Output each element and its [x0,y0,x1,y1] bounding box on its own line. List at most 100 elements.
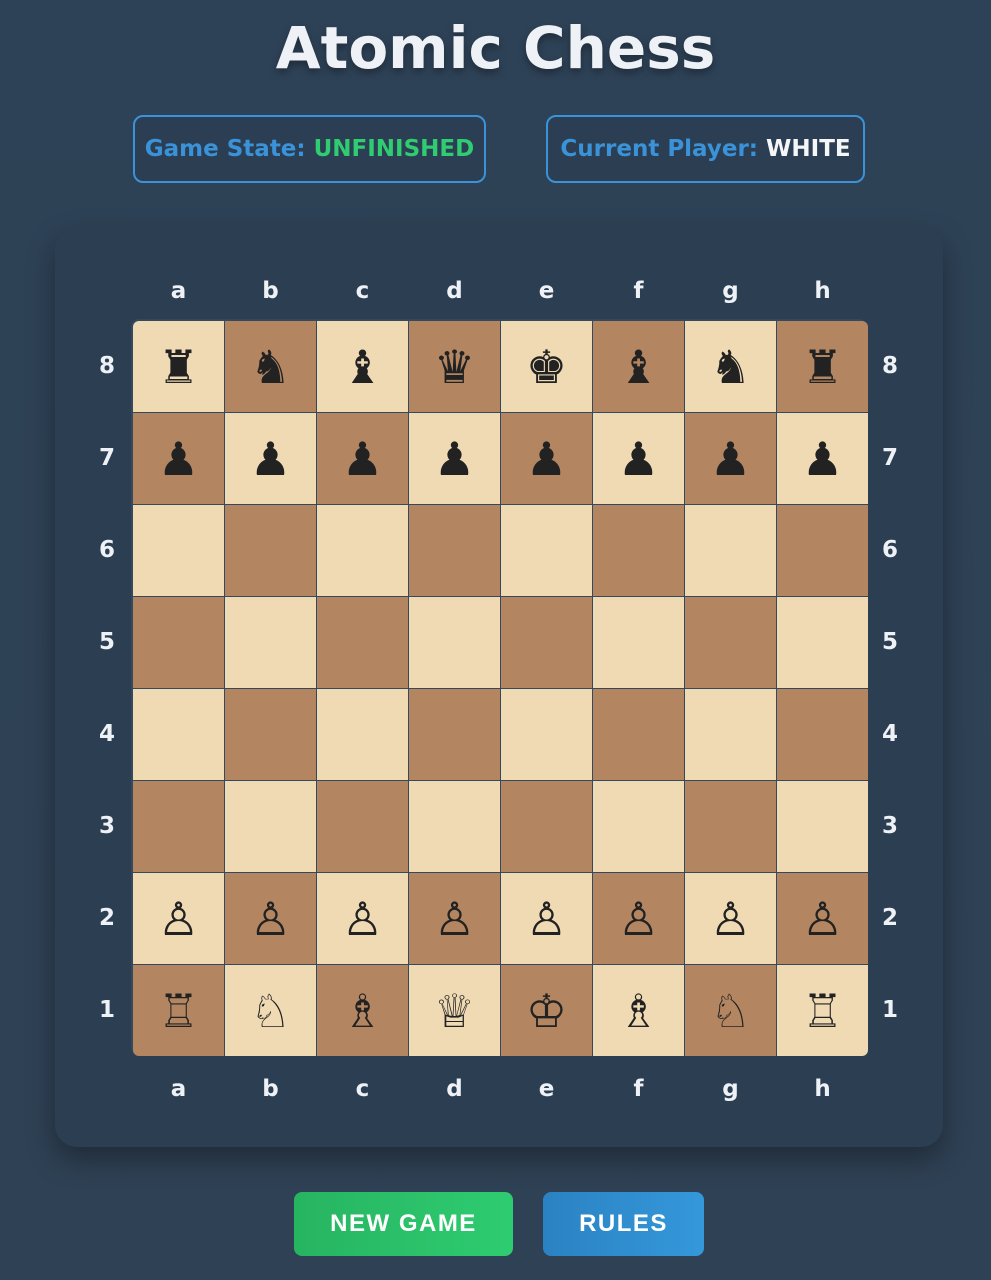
white-pawn-icon[interactable]: ♙ [158,896,199,942]
square-d8[interactable]: ♛ [409,321,500,412]
square-e1[interactable]: ♔ [501,965,592,1056]
square-h6[interactable] [777,505,868,596]
square-g6[interactable] [685,505,776,596]
square-e6[interactable] [501,505,592,596]
square-g5[interactable] [685,597,776,688]
black-pawn-icon[interactable]: ♟ [710,436,751,482]
rules-button[interactable]: RULES [543,1192,704,1256]
black-pawn-icon[interactable]: ♟ [342,436,383,482]
black-pawn-icon[interactable]: ♟ [526,436,567,482]
white-pawn-icon[interactable]: ♙ [434,896,475,942]
square-c7[interactable]: ♟ [317,413,408,504]
square-d1[interactable]: ♕ [409,965,500,1056]
white-pawn-icon[interactable]: ♙ [802,896,843,942]
square-f4[interactable] [593,689,684,780]
rank-label-left: 5 [98,629,115,655]
square-h4[interactable] [777,689,868,780]
square-h5[interactable] [777,597,868,688]
square-b3[interactable] [225,781,316,872]
square-d5[interactable] [409,597,500,688]
square-c5[interactable] [317,597,408,688]
square-a1[interactable]: ♖ [133,965,224,1056]
square-c6[interactable] [317,505,408,596]
square-f1[interactable]: ♗ [593,965,684,1056]
square-f3[interactable] [593,781,684,872]
square-b5[interactable] [225,597,316,688]
black-pawn-icon[interactable]: ♟ [434,436,475,482]
square-b8[interactable]: ♞ [225,321,316,412]
square-b1[interactable]: ♘ [225,965,316,1056]
white-pawn-icon[interactable]: ♙ [526,896,567,942]
white-knight-icon[interactable]: ♘ [710,988,751,1034]
square-a8[interactable]: ♜ [133,321,224,412]
square-h8[interactable]: ♜ [777,321,868,412]
square-b4[interactable] [225,689,316,780]
black-pawn-icon[interactable]: ♟ [158,436,199,482]
square-e3[interactable] [501,781,592,872]
square-a6[interactable] [133,505,224,596]
black-pawn-icon[interactable]: ♟ [250,436,291,482]
black-knight-icon[interactable]: ♞ [250,344,291,390]
square-g3[interactable] [685,781,776,872]
chess-board: ♜ ♞ ♝ ♛ ♚ ♝ ♞ ♜ ♟ ♟ ♟ ♟ ♟ ♟ ♟ ♟ ♙ ♙ ♙ ♙ ♙ ♙ ♙ ♙ ♖ ♘ ♗ ♕ ♔ ♗ ♘ ♖ [131,319,868,1056]
white-queen-icon[interactable]: ♕ [434,988,475,1034]
square-d4[interactable] [409,689,500,780]
square-h2[interactable]: ♙ [777,873,868,964]
square-a2[interactable]: ♙ [133,873,224,964]
black-knight-icon[interactable]: ♞ [710,344,751,390]
square-b7[interactable]: ♟ [225,413,316,504]
square-f7[interactable]: ♟ [593,413,684,504]
square-a3[interactable] [133,781,224,872]
new-game-button[interactable]: NEW GAME [294,1192,513,1256]
square-e7[interactable]: ♟ [501,413,592,504]
white-rook-icon[interactable]: ♖ [802,988,843,1034]
black-bishop-icon[interactable]: ♝ [342,344,383,390]
square-f8[interactable]: ♝ [593,321,684,412]
square-d6[interactable] [409,505,500,596]
square-e5[interactable] [501,597,592,688]
black-rook-icon[interactable]: ♜ [802,344,843,390]
square-f6[interactable] [593,505,684,596]
square-e8[interactable]: ♚ [501,321,592,412]
square-b2[interactable]: ♙ [225,873,316,964]
square-g4[interactable] [685,689,776,780]
black-king-icon[interactable]: ♚ [526,344,567,390]
white-knight-icon[interactable]: ♘ [250,988,291,1034]
square-a4[interactable] [133,689,224,780]
square-d2[interactable]: ♙ [409,873,500,964]
white-pawn-icon[interactable]: ♙ [250,896,291,942]
white-rook-icon[interactable]: ♖ [158,988,199,1034]
square-a7[interactable]: ♟ [133,413,224,504]
square-c1[interactable]: ♗ [317,965,408,1056]
black-bishop-icon[interactable]: ♝ [618,344,659,390]
square-c3[interactable] [317,781,408,872]
square-h1[interactable]: ♖ [777,965,868,1056]
black-pawn-icon[interactable]: ♟ [802,436,843,482]
square-b6[interactable] [225,505,316,596]
square-c8[interactable]: ♝ [317,321,408,412]
square-c4[interactable] [317,689,408,780]
square-f2[interactable]: ♙ [593,873,684,964]
white-pawn-icon[interactable]: ♙ [342,896,383,942]
square-d3[interactable] [409,781,500,872]
white-king-icon[interactable]: ♔ [526,988,567,1034]
white-pawn-icon[interactable]: ♙ [710,896,751,942]
square-a5[interactable] [133,597,224,688]
square-g2[interactable]: ♙ [685,873,776,964]
square-e2[interactable]: ♙ [501,873,592,964]
square-h3[interactable] [777,781,868,872]
square-c2[interactable]: ♙ [317,873,408,964]
black-queen-icon[interactable]: ♛ [434,344,475,390]
square-h7[interactable]: ♟ [777,413,868,504]
white-bishop-icon[interactable]: ♗ [618,988,659,1034]
square-e4[interactable] [501,689,592,780]
white-bishop-icon[interactable]: ♗ [342,988,383,1034]
square-g1[interactable]: ♘ [685,965,776,1056]
square-d7[interactable]: ♟ [409,413,500,504]
white-pawn-icon[interactable]: ♙ [618,896,659,942]
black-rook-icon[interactable]: ♜ [158,344,199,390]
square-g8[interactable]: ♞ [685,321,776,412]
square-f5[interactable] [593,597,684,688]
black-pawn-icon[interactable]: ♟ [618,436,659,482]
square-g7[interactable]: ♟ [685,413,776,504]
